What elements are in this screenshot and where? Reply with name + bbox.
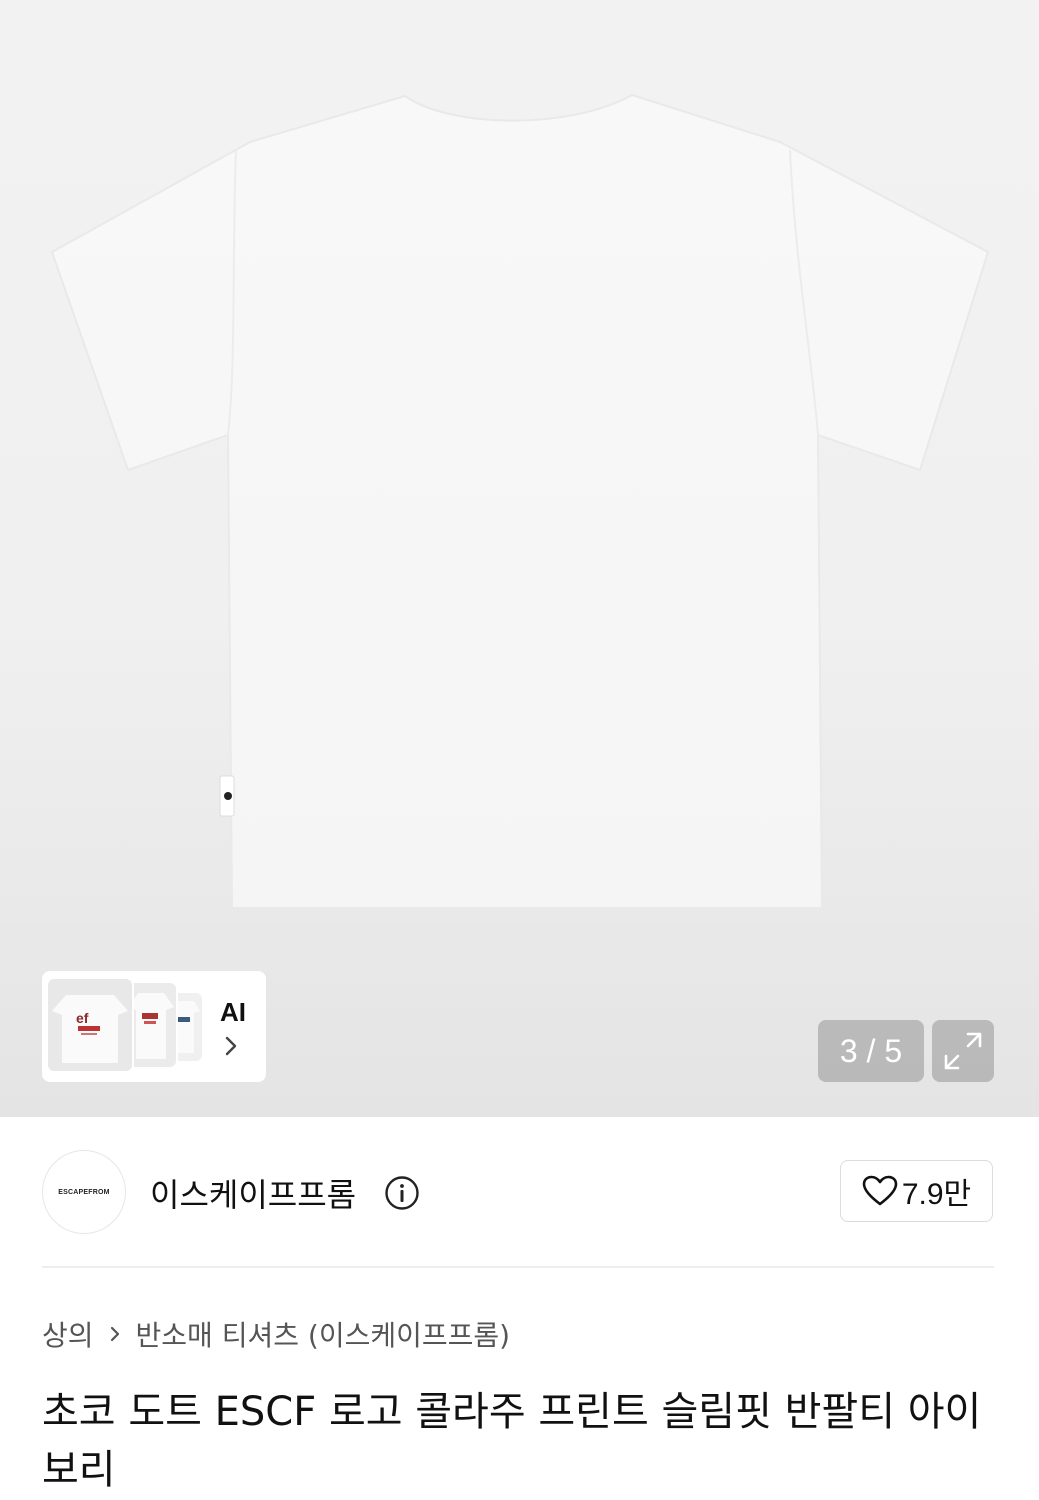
breadcrumb: 상의 반소매 티셔츠 (이스케이프프롬) <box>42 1314 510 1354</box>
chevron-right-icon <box>225 1036 237 1056</box>
brand-name[interactable]: 이스케이프프롬 <box>150 1170 356 1216</box>
product-title: 초코 도트 ESCF 로고 콜라주 프린트 슬림핏 반팔티 아이보리 <box>42 1389 982 1493</box>
brand-logo[interactable]: ESCAPEFROM <box>42 1150 126 1234</box>
breadcrumb-subcategory[interactable]: 반소매 티셔츠 (이스케이프프롬) <box>136 1314 511 1354</box>
like-button[interactable]: 7.9만 <box>840 1160 993 1222</box>
ai-label: AI <box>220 997 246 1027</box>
image-counter: 3 / 5 <box>818 1020 924 1082</box>
expand-icon <box>944 1032 982 1070</box>
thumbnail-image <box>126 983 176 1067</box>
ai-thumbnail-card[interactable]: ef AI <box>42 971 266 1082</box>
product-image <box>50 93 990 909</box>
like-count: 7.9만 <box>901 1178 972 1211</box>
brand-logo-text: ESCAPEFROM <box>58 1188 110 1196</box>
info-icon[interactable] <box>384 1175 420 1211</box>
heart-icon <box>862 1175 898 1206</box>
thumbnail-shirt: ef <box>52 995 128 1063</box>
thumbnail-shirt <box>128 993 174 1059</box>
expand-button[interactable] <box>932 1020 994 1082</box>
breadcrumb-category[interactable]: 상의 <box>42 1314 94 1354</box>
chevron-right-icon <box>108 1324 122 1344</box>
product-image-gallery[interactable]: ef AI 3 / 5 <box>0 0 1039 1117</box>
svg-text:ef: ef <box>76 1010 89 1026</box>
thumbnail-image-selected[interactable]: ef <box>48 979 132 1071</box>
divider <box>42 1266 994 1268</box>
